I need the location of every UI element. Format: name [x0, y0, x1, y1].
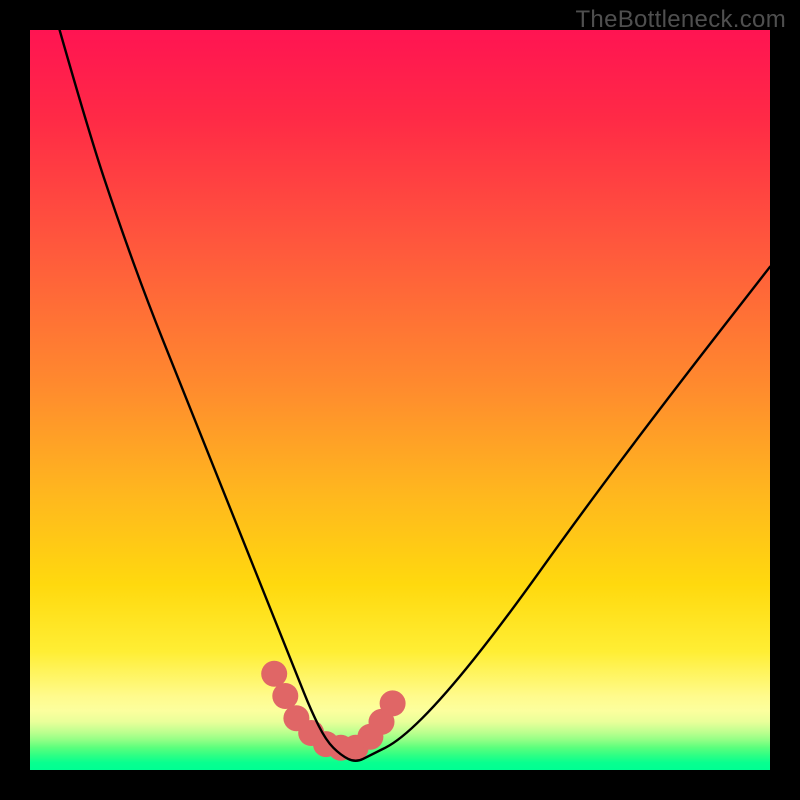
marker-dot	[380, 690, 406, 716]
marker-group	[261, 661, 405, 761]
watermark-text: TheBottleneck.com	[575, 6, 786, 34]
plot-area	[30, 30, 770, 770]
marker-dot	[272, 683, 298, 709]
chart-svg	[30, 30, 770, 770]
bottleneck-curve	[60, 30, 770, 761]
marker-dot	[261, 661, 287, 687]
figure-frame: TheBottleneck.com	[0, 0, 800, 800]
